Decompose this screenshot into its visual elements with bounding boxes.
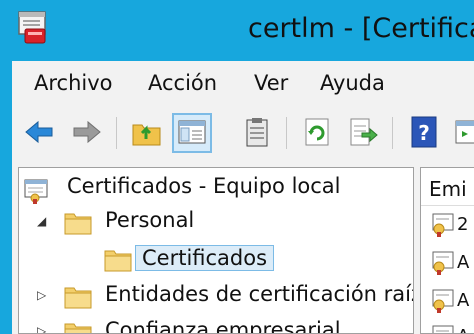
tree-item-confianza-label: Confianza empresarial [105,318,341,334]
list-item[interactable]: A [431,324,469,333]
list-item-label: A [457,290,470,311]
menu-ayuda[interactable]: Ayuda [320,71,385,95]
forward-arrow-icon[interactable] [70,115,104,149]
menu-accion[interactable]: Acción [148,71,217,95]
list-item[interactable]: A [431,288,469,314]
menu-archivo[interactable]: Archivo [34,71,113,95]
list-item[interactable]: 2 [431,212,468,238]
tree-item-personal-label: Personal [105,208,195,232]
folder-icon [64,213,92,235]
expand-arrow-icon[interactable]: ▷ [37,288,46,302]
tree-root-label: Certificados - Equipo local [67,174,341,198]
action-pane-icon[interactable] [452,115,474,149]
title-bar: certlm - [Certifica [0,0,474,61]
folder-icon [104,250,132,272]
tree-root-node[interactable]: Certificados - Equipo local [19,174,413,204]
collapse-arrow-icon[interactable]: ◢ [37,214,46,228]
toolbar-separator [116,117,117,149]
toolbar: ? [0,103,474,163]
certificate-icon [432,251,454,275]
certificate-list-pane[interactable]: Emi 2 A A A [420,167,474,334]
svg-text:?: ? [418,121,430,145]
computer-certificates-icon [24,179,48,204]
tree-item-confianza[interactable]: ▷ Confianza empresarial [19,318,413,334]
list-item[interactable]: A [431,250,469,276]
help-icon[interactable]: ? [408,115,442,149]
certificate-icon [432,325,454,333]
toolbar-separator [286,117,287,149]
menu-ver[interactable]: Ver [254,71,288,95]
folder-icon [64,287,92,309]
list-item-label: A [457,252,470,273]
tree-item-entidades-label: Entidades de certificación raíz [105,282,414,306]
show-hide-console-tree-button[interactable] [172,113,212,153]
column-header-emitido-para[interactable]: Emi [421,172,474,206]
refresh-icon[interactable] [300,115,334,149]
certificate-manager-app-icon[interactable] [18,11,48,45]
certificate-icon [432,213,454,237]
tree-item-certificados[interactable]: Certificados [19,244,413,276]
certificate-icon [432,289,454,313]
export-list-icon[interactable] [346,115,380,149]
tree-item-entidades[interactable]: ▷ Entidades de certificación raíz [19,282,414,312]
folder-icon [64,323,92,333]
toolbar-separator [392,117,393,149]
tree-item-personal[interactable]: ◢ Personal [19,208,413,238]
list-item-label: 2 [457,214,469,235]
window-title: certlm - [Certifica [248,13,474,44]
up-folder-icon[interactable] [130,115,164,149]
console-tree-icon [178,120,206,144]
console-tree-pane[interactable]: Certificados - Equipo local ◢ Personal C… [18,167,414,334]
expand-arrow-icon[interactable]: ▷ [37,324,46,333]
menu-bar: Archivo Acción Ver Ayuda [0,61,474,103]
properties-icon[interactable] [240,115,274,149]
list-item-label: A [457,326,469,333]
tree-item-certificados-label: Certificados [135,245,275,271]
back-arrow-icon[interactable] [22,115,56,149]
